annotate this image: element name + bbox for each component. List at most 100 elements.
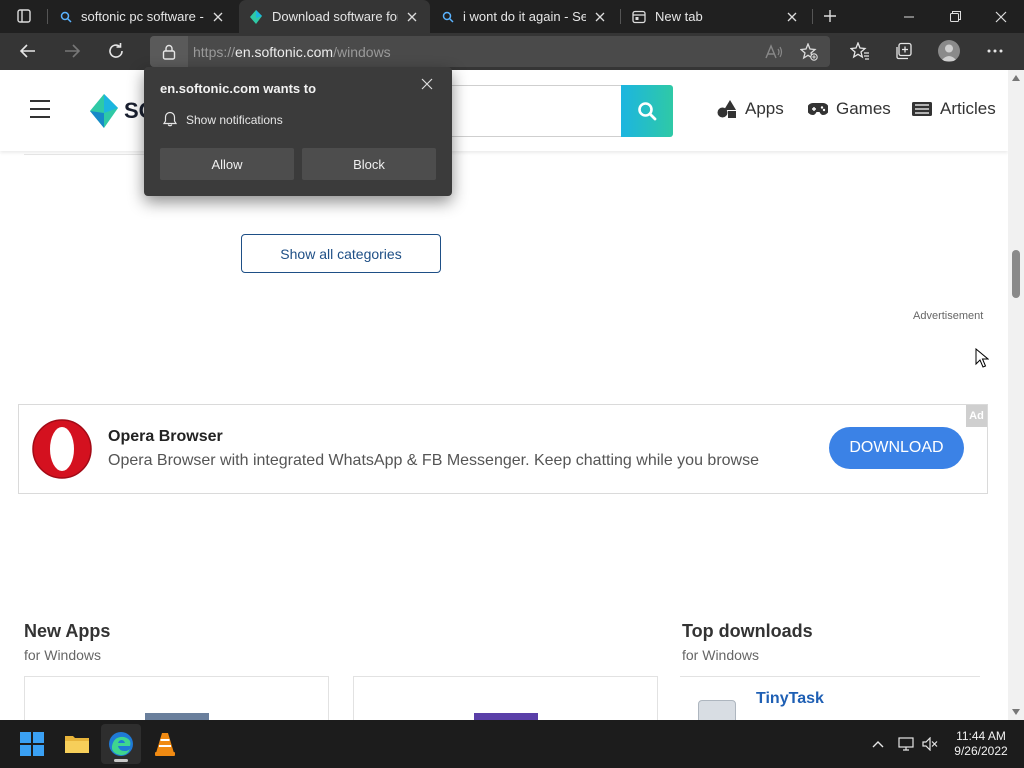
display-tray-icon[interactable]	[896, 734, 916, 754]
file-explorer-taskbar-button[interactable]	[57, 724, 97, 764]
top-downloads-title: Top downloads	[682, 621, 813, 641]
top-downloads-divider	[680, 676, 980, 677]
show-all-categories-button[interactable]: Show all categories	[241, 234, 441, 273]
read-aloud-button[interactable]	[761, 40, 787, 63]
nav-articles[interactable]: Articles	[912, 99, 996, 119]
scroll-up-button[interactable]	[1008, 70, 1024, 86]
tab-strip: softonic pc software - S Download softwa…	[0, 0, 1024, 33]
notification-permission-popup: en.softonic.com wants to Show notificati…	[144, 67, 452, 196]
tab-close-button[interactable]	[784, 9, 800, 25]
site-search-button[interactable]	[621, 85, 673, 137]
collections-icon	[896, 42, 912, 60]
tab-search-wont-do-it-again[interactable]: i wont do it again - Sea	[432, 0, 618, 33]
refresh-button[interactable]	[101, 37, 131, 65]
restore-icon	[949, 11, 961, 22]
url-scheme: https://	[193, 44, 236, 60]
folder-icon	[65, 736, 89, 753]
menu-button[interactable]	[30, 100, 50, 118]
close-icon	[407, 12, 417, 21]
search-icon	[442, 11, 454, 23]
site-info-button[interactable]	[150, 36, 188, 67]
tab-close-button[interactable]	[210, 9, 226, 25]
tab-new-tab[interactable]: New tab	[622, 0, 810, 33]
restore-button[interactable]	[932, 0, 978, 33]
chevron-up-icon	[872, 741, 884, 748]
tab-title: Download software for	[272, 9, 398, 24]
new-app-card[interactable]	[353, 676, 658, 720]
ad-download-button[interactable]: DOWNLOAD	[829, 427, 964, 469]
taskbar-clock[interactable]: 11:44 AM 9/26/2022	[946, 729, 1016, 759]
ad-title: Opera Browser	[108, 428, 223, 445]
nav-games-label: Games	[836, 99, 891, 118]
tab-actions-icon	[17, 9, 31, 23]
url-text: https://en.softonic.com/windows	[193, 44, 391, 60]
arrow-left-icon	[19, 44, 35, 58]
nav-apps-label: Apps	[745, 99, 784, 118]
advertisement-label: Advertisement	[913, 310, 984, 322]
collections-button[interactable]	[889, 37, 919, 65]
search-icon	[638, 102, 657, 121]
settings-more-button[interactable]	[980, 37, 1010, 65]
browser-toolbar: https://en.softonic.com/windows	[0, 33, 1024, 70]
tab-actions-button[interactable]	[8, 4, 40, 28]
scrollbar-thumb[interactable]	[1012, 250, 1020, 298]
new-tab-page-icon	[632, 10, 646, 23]
hamburger-line	[30, 116, 50, 118]
tinytask-app-icon[interactable]	[698, 700, 736, 720]
close-icon	[995, 11, 1007, 22]
softonic-favicon-icon	[250, 9, 262, 24]
back-button[interactable]	[13, 37, 43, 65]
clock-time: 11:44 AM	[956, 729, 1006, 743]
volume-tray-icon[interactable]	[920, 734, 940, 754]
show-hidden-icons-button[interactable]	[868, 734, 888, 754]
more-dots-icon	[987, 49, 1003, 53]
block-button[interactable]: Block	[302, 148, 436, 180]
gamepad-icon	[808, 102, 828, 116]
plus-icon	[824, 10, 836, 22]
minimize-button[interactable]	[886, 0, 932, 33]
tab-softonic-download[interactable]: Download software for	[239, 0, 430, 33]
scroll-down-button[interactable]	[1008, 704, 1024, 720]
softonic-logo-icon[interactable]	[88, 94, 120, 128]
window-close-button[interactable]	[978, 0, 1024, 33]
clock-date: 9/26/2022	[954, 744, 1008, 758]
triangle-down-icon	[1012, 709, 1020, 715]
refresh-icon	[109, 43, 123, 58]
page-scrollbar[interactable]	[1008, 70, 1024, 720]
new-app-card[interactable]	[24, 676, 329, 720]
tinytask-link[interactable]: TinyTask	[756, 690, 824, 708]
forward-button[interactable]	[57, 37, 87, 65]
lock-icon	[162, 44, 176, 60]
tab-title: i wont do it again - Sea	[463, 9, 586, 24]
arrow-right-icon	[65, 44, 81, 58]
favorites-icon	[850, 42, 869, 60]
allow-button[interactable]: Allow	[160, 148, 294, 180]
add-favorite-button[interactable]	[796, 40, 822, 63]
tab-title: softonic pc software - S	[81, 9, 204, 24]
vlc-cone-icon	[155, 733, 175, 756]
vlc-taskbar-button[interactable]	[145, 724, 185, 764]
new-apps-title: New Apps	[24, 621, 111, 641]
start-button[interactable]	[12, 724, 52, 764]
nav-apps[interactable]: Apps	[717, 99, 784, 119]
top-downloads-subtitle: for Windows	[682, 647, 760, 663]
hamburger-line	[30, 108, 50, 110]
permission-close-button[interactable]	[418, 75, 436, 93]
profile-avatar[interactable]	[938, 40, 960, 62]
new-tab-button[interactable]	[818, 5, 842, 27]
close-icon	[787, 12, 797, 21]
address-bar[interactable]: https://en.softonic.com/windows	[150, 36, 830, 67]
edge-taskbar-button[interactable]	[101, 724, 141, 764]
tab-softonic-search[interactable]: softonic pc software - S	[50, 0, 236, 33]
tab-close-button[interactable]	[404, 9, 420, 25]
windows-taskbar: 11:44 AM 9/26/2022	[0, 720, 1024, 768]
url-host: en.softonic.com	[235, 44, 334, 60]
opera-ad-banner[interactable]: Opera Browser Opera Browser with integra…	[18, 404, 988, 494]
tab-close-button[interactable]	[592, 9, 608, 25]
new-apps-subtitle: for Windows	[24, 647, 102, 663]
favorites-button[interactable]	[845, 37, 875, 65]
edge-browser-icon	[109, 732, 133, 756]
site-search-input[interactable]	[440, 85, 622, 137]
active-app-indicator	[114, 759, 128, 762]
nav-games[interactable]: Games	[808, 99, 891, 119]
